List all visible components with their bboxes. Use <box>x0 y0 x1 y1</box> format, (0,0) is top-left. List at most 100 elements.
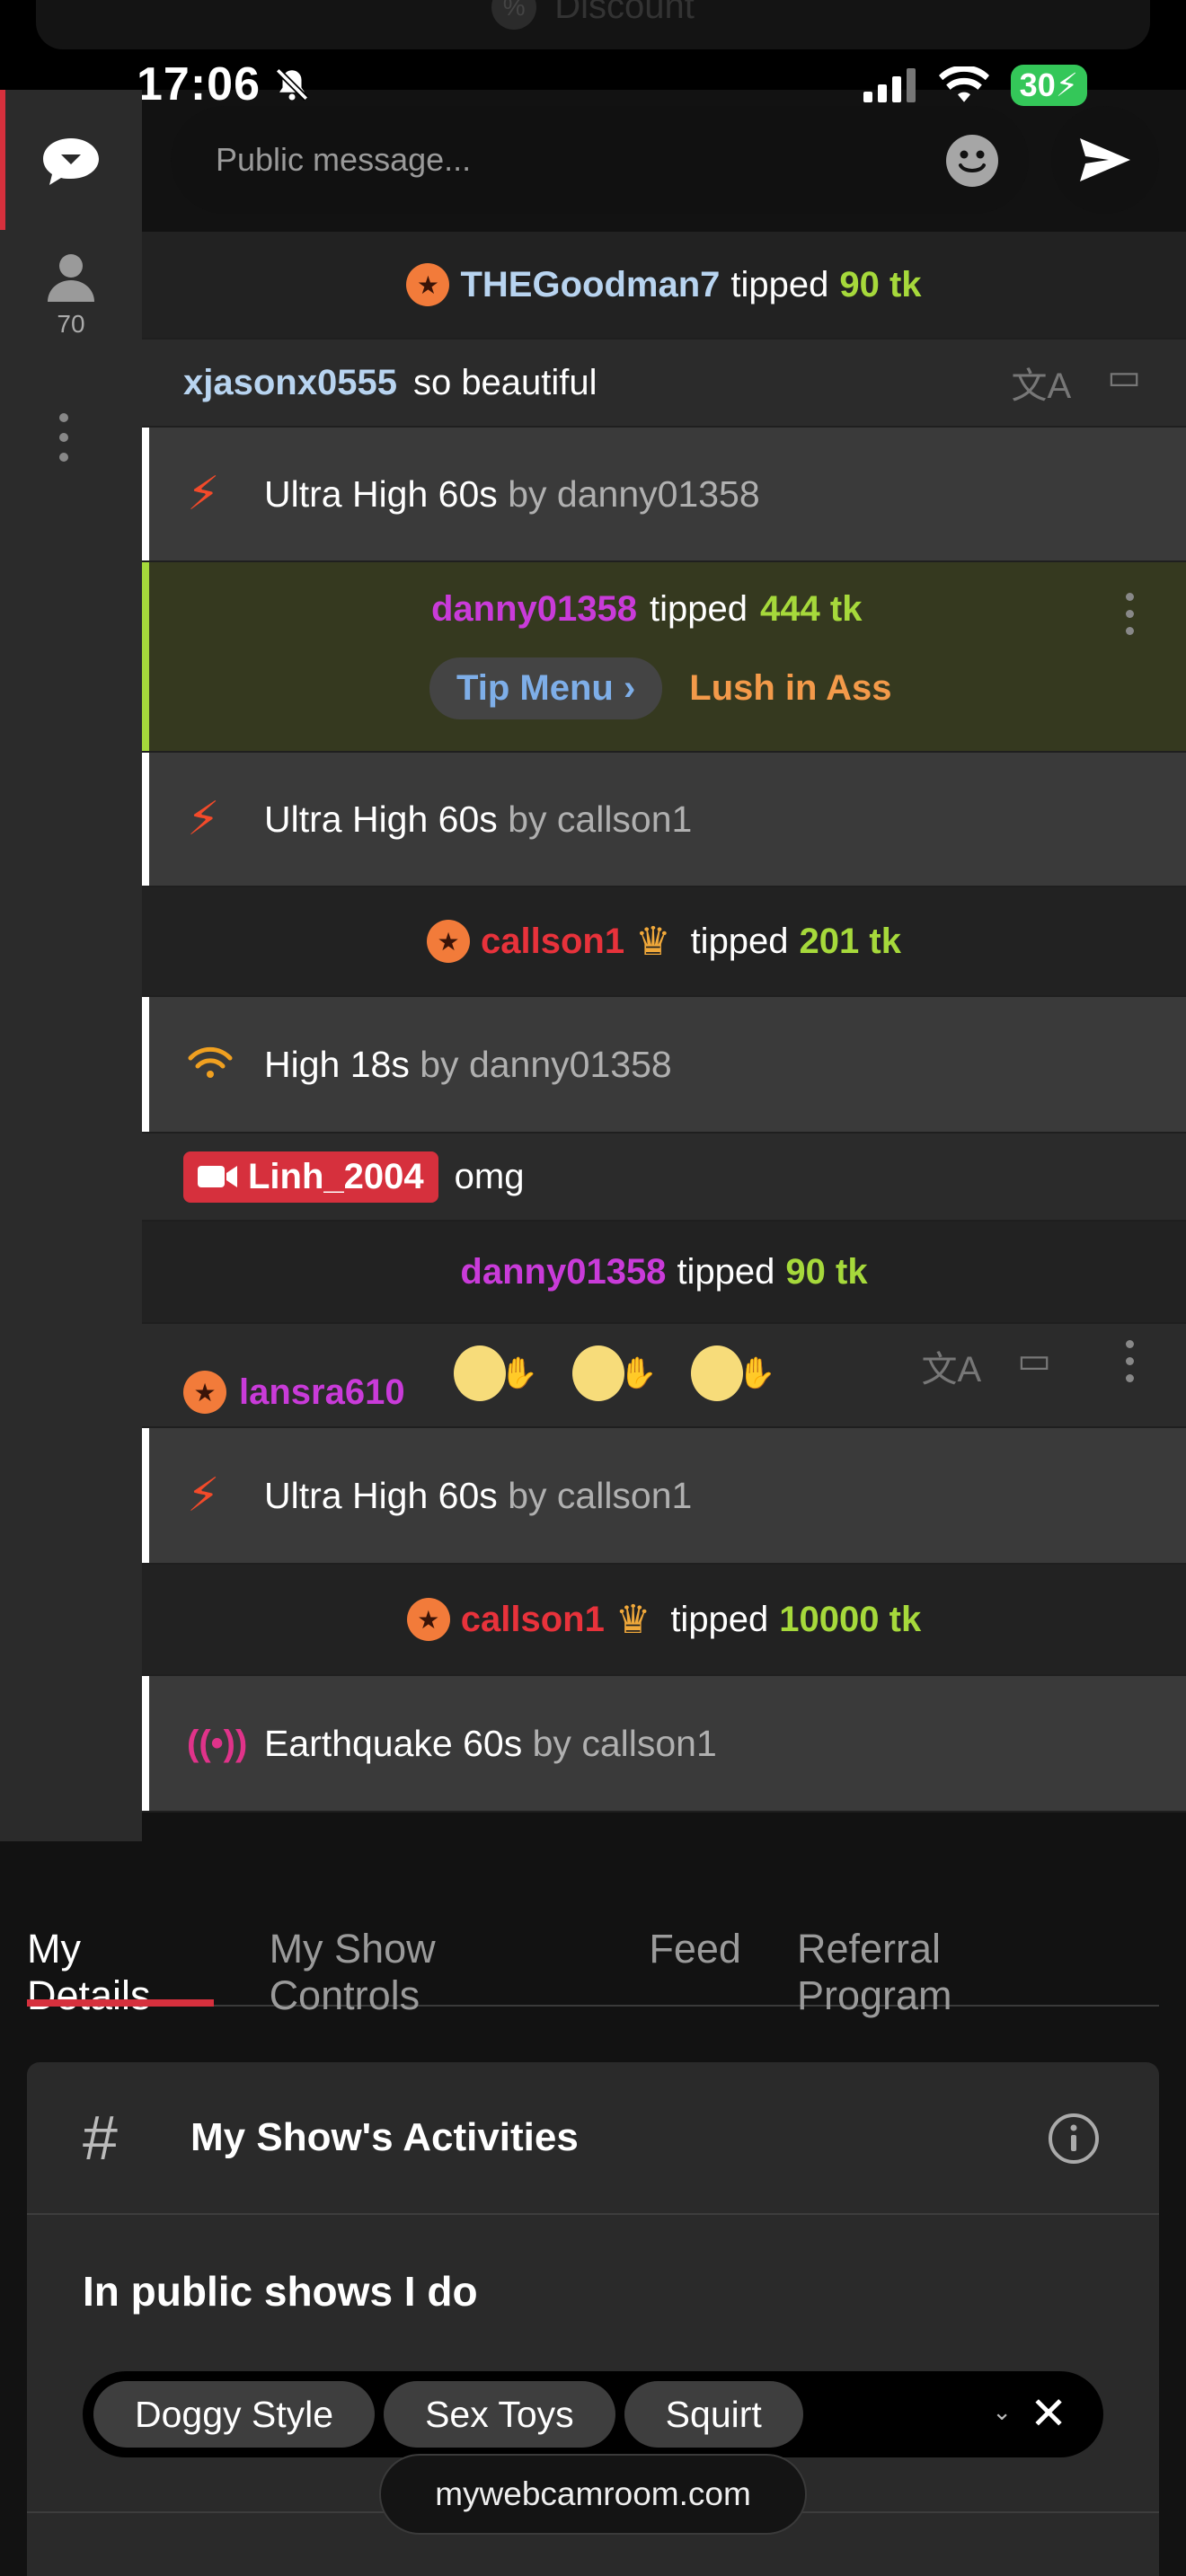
chat-lovense-event-row: ⚡ Ultra High 60s by danny01358 <box>142 428 1186 562</box>
translate-icon[interactable]: 文A <box>1012 357 1072 409</box>
rail-active-indicator <box>0 90 5 230</box>
chat-tip-row: danny01358 tipped 90 tk <box>142 1222 1186 1324</box>
hide-message-icon[interactable]: ▭ <box>1107 357 1141 409</box>
tab-referral-program[interactable]: Referral Program <box>797 1913 1103 2018</box>
chat-username: Linh_2004 <box>248 1156 424 1196</box>
broadcaster-badge[interactable]: Linh_2004 <box>183 1151 438 1203</box>
discount-label: Discount <box>554 0 695 26</box>
chat-verb: tipped <box>690 921 789 961</box>
discount-banner[interactable]: % Discount <box>36 0 1150 49</box>
crown-icon: ♛ <box>635 919 671 964</box>
emoji-button[interactable] <box>946 135 998 191</box>
activities-multiselect[interactable]: Doggy Style Sex Toys Squirt ⌄ ✕ <box>83 2371 1103 2457</box>
crown-icon: ♛ <box>615 1597 651 1642</box>
battery-level: 30 <box>1019 66 1056 103</box>
chat-username[interactable]: callson1 <box>481 922 624 962</box>
star-badge-icon: ★ <box>427 920 471 963</box>
chat-tip-menu-row: danny01358 tipped 444 tk Tip Menu › Lush… <box>142 562 1186 753</box>
tip-amount: 90 tk <box>839 264 922 304</box>
tip-menu-chip[interactable]: Tip Menu › <box>429 657 663 719</box>
chat-verb: tipped <box>650 589 748 629</box>
chat-tip-row: ★ THEGoodman7 tipped 90 tk <box>142 232 1186 340</box>
chat-message-row: xjasonx0555 so beautiful 文A ▭ <box>142 340 1186 428</box>
hashtag-icon: # <box>83 2103 118 2173</box>
waving-face-emoji <box>691 1345 744 1401</box>
star-badge-icon: ★ <box>183 1371 226 1414</box>
tip-amount: 10000 tk <box>779 1599 922 1639</box>
event-text: Ultra High 60s by callson1 <box>264 1474 693 1516</box>
smiley-icon <box>946 135 998 187</box>
chat-lovense-event-row: ((•)) Earthquake 60s by callson1 <box>142 1676 1186 1813</box>
activity-tag[interactable]: Squirt <box>624 2381 803 2448</box>
tip-amount: 201 tk <box>799 921 901 961</box>
message-composer <box>171 106 1029 214</box>
side-rail <box>0 90 142 1841</box>
card-header: # My Show's Activities <box>27 2062 1159 2215</box>
chat-username[interactable]: THEGoodman7 <box>460 265 720 305</box>
wave-signal-icon <box>187 1042 234 1087</box>
user-icon <box>48 254 94 302</box>
chat-username[interactable]: xjasonx0555 <box>183 363 397 403</box>
users-tab-button[interactable]: 70 <box>0 251 142 339</box>
chat-message-row: ★ lansra610 ✋ ✋ ✋ 文A ▭ <box>142 1324 1186 1428</box>
chat-verb: tipped <box>670 1599 769 1639</box>
waving-face-emoji <box>453 1345 506 1401</box>
details-tabs: My Details My Show Controls Feed Referra… <box>27 1913 1159 2018</box>
lightning-icon: ⚡ <box>187 468 220 520</box>
wifi-icon <box>938 66 989 102</box>
tab-feed[interactable]: Feed <box>649 1913 741 2005</box>
activity-tag[interactable]: Sex Toys <box>384 2381 615 2448</box>
chat-tip-row: ★ callson1 ♛ tipped 10000 tk <box>142 1565 1186 1676</box>
info-icon[interactable] <box>1048 2113 1100 2169</box>
hide-message-icon[interactable]: ▭ <box>1017 1340 1051 1392</box>
chat-lovense-event-row: ⚡ Ultra High 60s by callson1 <box>142 753 1186 887</box>
tip-amount: 90 tk <box>785 1251 868 1292</box>
tab-my-show-controls[interactable]: My Show Controls <box>270 1913 594 2018</box>
send-icon <box>1080 138 1130 181</box>
chat-message-text: so beautiful <box>412 362 597 402</box>
row-more-button[interactable] <box>1126 1340 1134 1382</box>
chat-tip-row: ★ callson1 ♛ tipped 201 tk <box>142 887 1186 997</box>
status-icons: 30 ⚡ <box>863 65 1087 106</box>
event-text: Ultra High 60s by callson1 <box>264 798 693 840</box>
card-title: My Show's Activities <box>190 2115 579 2159</box>
vibration-icon: ((•)) <box>187 1723 248 1763</box>
chat-username[interactable]: danny01358 <box>431 589 637 630</box>
percent-icon: % <box>491 0 537 30</box>
chat-verb: tipped <box>730 264 829 304</box>
event-text: High 18s by danny01358 <box>264 1043 672 1085</box>
row-more-button[interactable] <box>1126 593 1134 635</box>
lightning-icon: ⚡ <box>187 1469 220 1522</box>
bell-muted-icon <box>275 67 309 101</box>
chat-lovense-event-row: ⚡ Ultra High 60s by callson1 <box>142 1428 1186 1565</box>
chat-feed: ★ THEGoodman7 tipped 90 tk xjasonx0555 s… <box>142 232 1186 1813</box>
event-text: Ultra High 60s by danny01358 <box>264 472 760 515</box>
chat-username[interactable]: danny01358 <box>460 1252 666 1292</box>
emoji-message: ✋ ✋ ✋ <box>447 1345 803 1401</box>
status-time: 17:06 <box>137 57 311 111</box>
battery-indicator: 30 ⚡ <box>1010 65 1087 106</box>
rail-more-button[interactable] <box>59 413 68 462</box>
tip-menu-item: Lush in Ass <box>689 668 892 708</box>
activity-tag[interactable]: Doggy Style <box>93 2381 376 2448</box>
tab-my-details[interactable]: My Details <box>27 1913 214 2018</box>
signal-icon <box>863 68 916 102</box>
top-bar: % Discount 17:06 30 ⚡ <box>0 0 1186 110</box>
chat-username[interactable]: lansra610 <box>239 1372 405 1413</box>
browser-url-pill[interactable]: mywebcamroom.com <box>379 2454 807 2535</box>
event-text: Earthquake 60s by callson1 <box>264 1722 717 1764</box>
tip-amount: 444 tk <box>760 589 863 629</box>
lightning-icon: ⚡ <box>187 793 220 845</box>
chat-tab-button[interactable] <box>40 135 102 193</box>
send-button[interactable] <box>1051 106 1159 214</box>
chevron-down-icon[interactable]: ⌄ <box>992 2398 1012 2426</box>
star-badge-icon: ★ <box>406 1598 450 1641</box>
public-message-input[interactable] <box>216 106 898 214</box>
translate-icon[interactable]: 文A <box>922 1340 982 1392</box>
chat-username[interactable]: callson1 <box>461 1600 605 1640</box>
card-subtitle: In public shows I do <box>83 2268 478 2315</box>
chat-lovense-event-row: High 18s by danny01358 <box>142 997 1186 1134</box>
clear-icon[interactable]: ✕ <box>1030 2387 1067 2439</box>
video-camera-icon <box>198 1166 237 1187</box>
users-count: 70 <box>57 310 85 338</box>
